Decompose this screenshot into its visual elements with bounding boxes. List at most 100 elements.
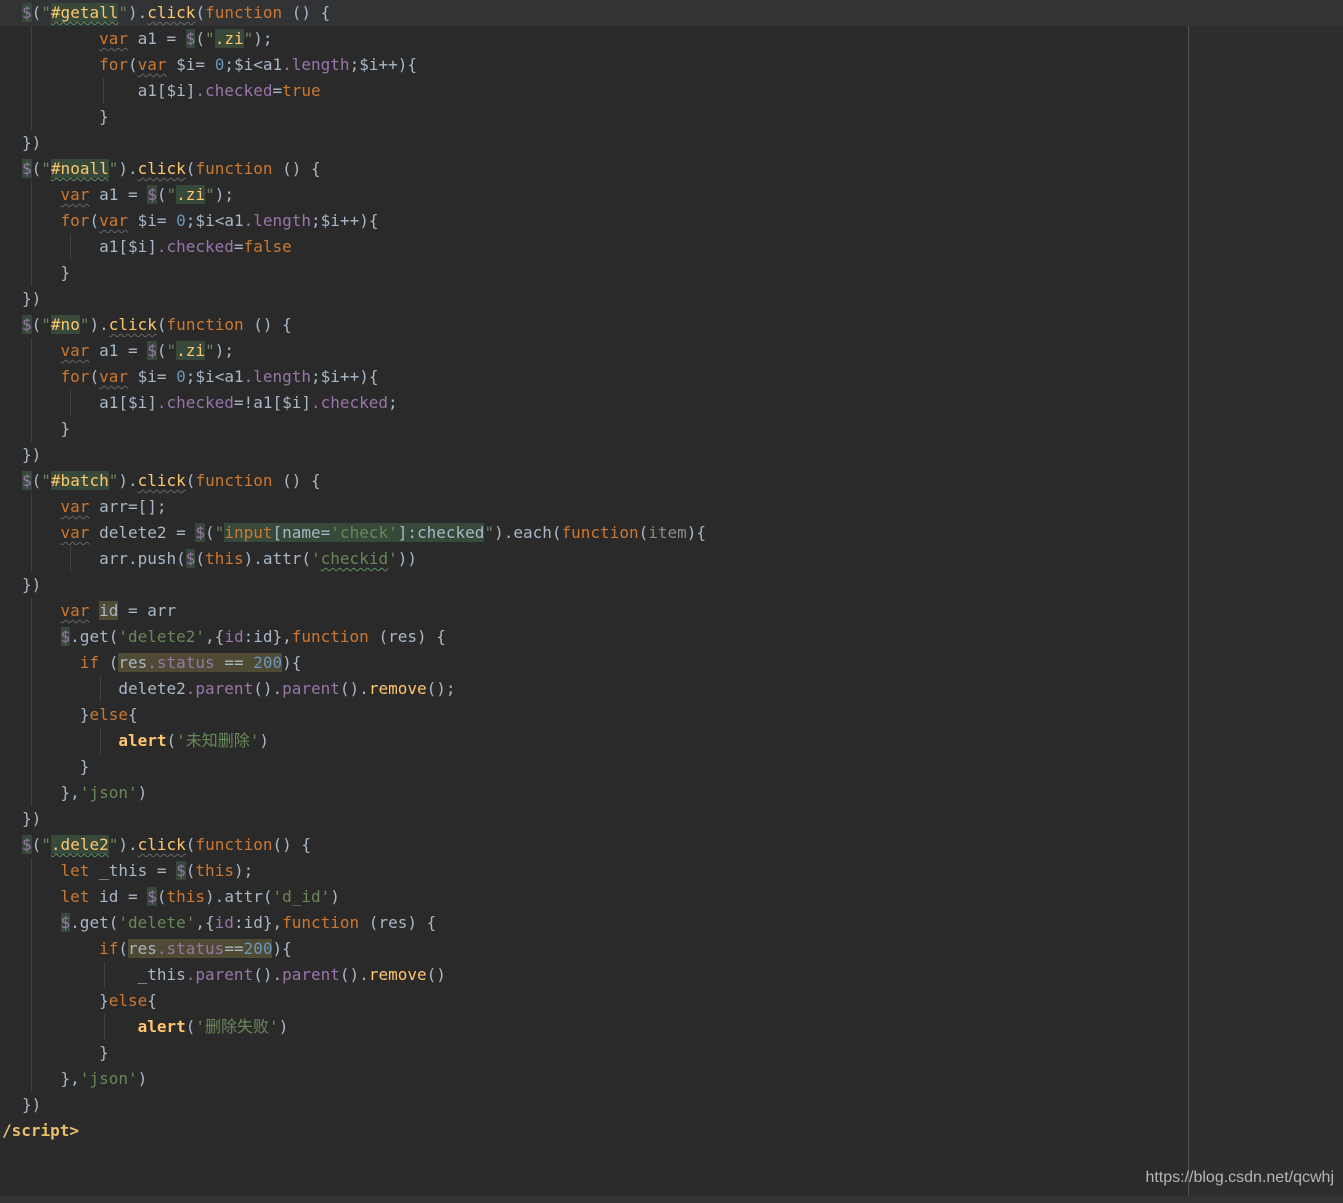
code-line[interactable]: } xyxy=(0,416,1343,442)
code-token: " xyxy=(484,523,494,542)
code-line[interactable]: }else{ xyxy=(0,702,1343,728)
code-token xyxy=(22,653,80,672)
code-token: }) xyxy=(22,809,41,828)
code-line[interactable]: $("#batch").click(function () { xyxy=(0,468,1343,494)
code-line[interactable]: for(var $i= 0;$i<a1.length;$i++){ xyxy=(0,208,1343,234)
code-token xyxy=(22,341,61,360)
code-line[interactable]: }) xyxy=(0,1092,1343,1118)
code-line[interactable]: a1[$i].checked=false xyxy=(0,234,1343,260)
code-token: }, xyxy=(22,783,80,802)
code-line[interactable]: let _this = $(this); xyxy=(0,858,1343,884)
code-line[interactable]: }) xyxy=(0,572,1343,598)
code-token: (); xyxy=(427,679,456,698)
code-line[interactable]: $("#getall").click(function () { xyxy=(0,0,1343,26)
code-token: this xyxy=(195,861,234,880)
code-token: .length xyxy=(244,211,311,230)
code-line[interactable]: } xyxy=(0,260,1343,286)
code-token: 0 xyxy=(215,55,225,74)
code-line[interactable]: var id = arr xyxy=(0,598,1343,624)
code-line[interactable]: $.get('delete2',{id:id},function (res) { xyxy=(0,624,1343,650)
code-token: = xyxy=(272,81,282,100)
code-token: .parent xyxy=(186,679,253,698)
code-token: $ xyxy=(22,835,32,854)
code-token: ( xyxy=(205,523,215,542)
code-token: ). xyxy=(118,471,137,490)
code-token: () { xyxy=(244,315,292,334)
code-token: ( xyxy=(186,159,196,178)
code-line[interactable]: }else{ xyxy=(0,988,1343,1014)
code-token: 'delete2' xyxy=(118,627,205,646)
code-token: var xyxy=(61,601,90,620)
code-line[interactable]: },'json') xyxy=(0,780,1343,806)
code-line[interactable]: if(res.status==200){ xyxy=(0,936,1343,962)
code-token: ( xyxy=(195,3,205,22)
code-token: )) xyxy=(398,549,417,568)
code-token: var xyxy=(99,29,128,48)
code-line[interactable]: var a1 = $(".zi"); xyxy=(0,26,1343,52)
code-line[interactable]: var arr=[]; xyxy=(0,494,1343,520)
code-line[interactable]: if (res.status == 200){ xyxy=(0,650,1343,676)
code-line[interactable]: var a1 = $(".zi"); xyxy=(0,338,1343,364)
code-line[interactable]: } xyxy=(0,104,1343,130)
code-line[interactable]: for(var $i= 0;$i<a1.length;$i++){ xyxy=(0,364,1343,390)
code-editor[interactable]: $("#getall").click(function () { var a1 … xyxy=(0,0,1343,1203)
code-token: $ xyxy=(186,549,196,568)
code-token: input xyxy=(224,523,272,542)
code-line[interactable]: } xyxy=(0,1040,1343,1066)
code-token: }) xyxy=(22,445,41,464)
code-line[interactable]: }) xyxy=(0,442,1343,468)
code-line[interactable]: a1[$i].checked=true xyxy=(0,78,1343,104)
code-line[interactable]: for(var $i= 0;$i<a1.length;$i++){ xyxy=(0,52,1343,78)
code-token: ); xyxy=(253,29,272,48)
code-token: ( xyxy=(32,315,42,334)
code-token xyxy=(22,627,61,646)
code-line[interactable]: $(".dele2").click(function() { xyxy=(0,832,1343,858)
code-token: }) xyxy=(22,575,41,594)
code-token: $ xyxy=(176,861,186,880)
code-line[interactable]: $("#no").click(function () { xyxy=(0,312,1343,338)
code-line[interactable]: var a1 = $(".zi"); xyxy=(0,182,1343,208)
code-token: " xyxy=(205,341,215,360)
code-token: ( xyxy=(157,185,167,204)
code-line[interactable]: alert('未知删除') xyxy=(0,728,1343,754)
code-token: (res) { xyxy=(369,627,446,646)
code-line[interactable]: _this.parent().parent().remove() xyxy=(0,962,1343,988)
code-token: click xyxy=(138,159,186,178)
code-line[interactable]: var delete2 = $("input[name='check']:che… xyxy=(0,520,1343,546)
code-token: ) xyxy=(259,731,269,750)
code-token: () { xyxy=(273,471,321,490)
code-token: ) xyxy=(138,783,148,802)
code-line[interactable]: /script> xyxy=(0,1118,1343,1144)
code-token: .parent xyxy=(186,965,253,984)
code-line[interactable]: }) xyxy=(0,130,1343,156)
code-token: res xyxy=(118,653,147,672)
code-token: ) xyxy=(279,1017,289,1036)
code-line[interactable]: a1[$i].checked=!a1[$i].checked; xyxy=(0,390,1343,416)
code-line[interactable]: let id = $(this).attr('d_id') xyxy=(0,884,1343,910)
code-token: #getall xyxy=(51,3,118,22)
code-line[interactable]: }) xyxy=(0,806,1343,832)
code-line[interactable]: $("#noall").click(function () { xyxy=(0,156,1343,182)
code-line[interactable]: } xyxy=(0,754,1343,780)
code-token: .status xyxy=(157,939,224,958)
code-token: (). xyxy=(253,679,282,698)
code-token: remove xyxy=(369,965,427,984)
code-token: ( xyxy=(32,3,42,22)
code-token: function xyxy=(282,913,359,932)
code-line[interactable]: },'json') xyxy=(0,1066,1343,1092)
code-token: ); xyxy=(234,861,253,880)
code-token: ;$i<a1 xyxy=(186,211,244,230)
code-token: ).attr( xyxy=(244,549,311,568)
code-token: ). xyxy=(128,3,147,22)
code-line[interactable]: alert('删除失败') xyxy=(0,1014,1343,1040)
code-line[interactable]: arr.push($(this).attr('checkid')) xyxy=(0,546,1343,572)
code-token: ( xyxy=(32,159,42,178)
code-line[interactable]: }) xyxy=(0,286,1343,312)
code-token: { xyxy=(128,705,138,724)
code-token: .get( xyxy=(70,627,118,646)
code-token: ){ xyxy=(282,653,301,672)
code-token: (). xyxy=(340,679,369,698)
code-line[interactable]: delete2.parent().parent().remove(); xyxy=(0,676,1343,702)
code-token: remove xyxy=(369,679,427,698)
code-line[interactable]: $.get('delete',{id:id},function (res) { xyxy=(0,910,1343,936)
